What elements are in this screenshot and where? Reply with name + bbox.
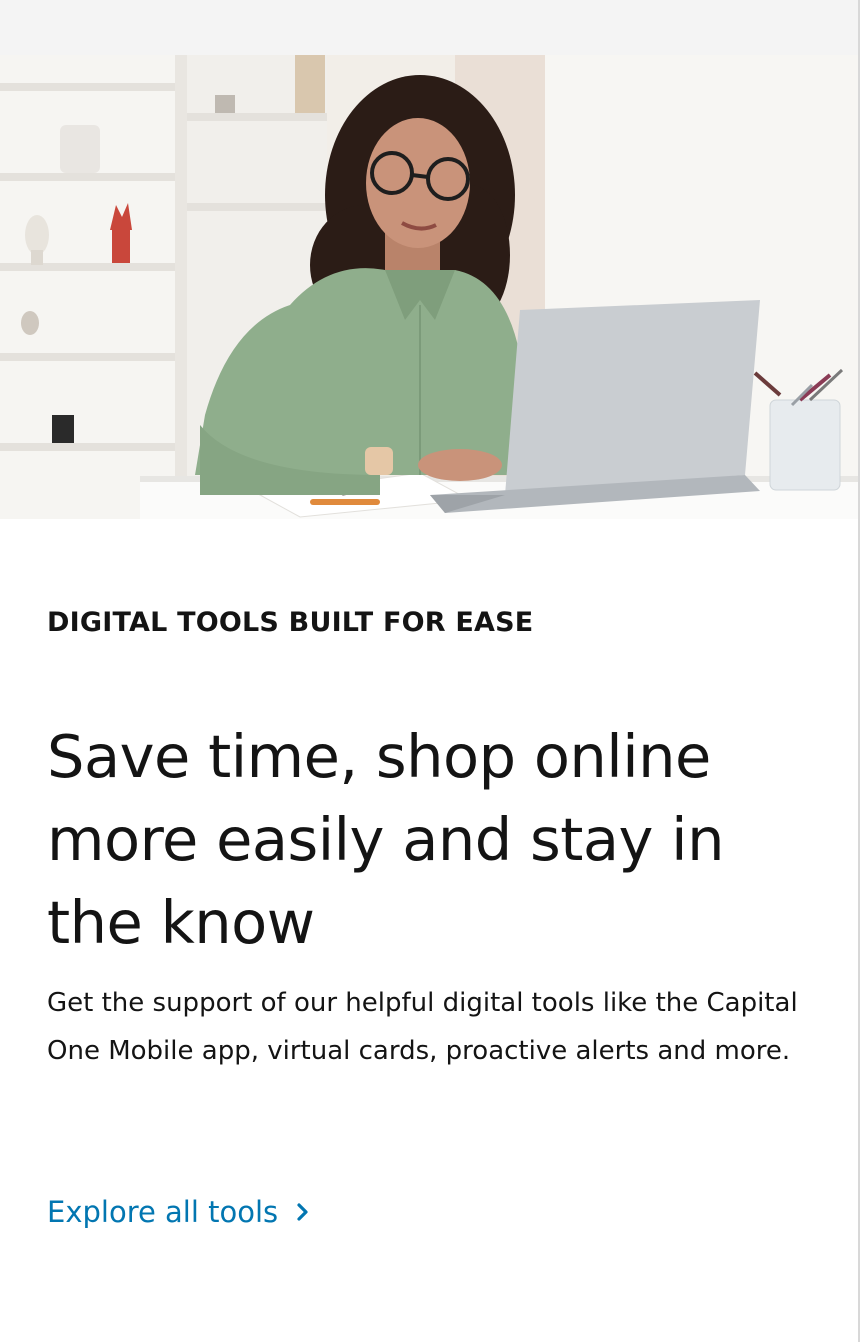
explore-all-tools-link[interactable]: Explore all tools <box>47 1195 314 1229</box>
explore-all-tools-label: Explore all tools <box>47 1195 279 1229</box>
chevron-right-icon <box>297 1203 308 1221</box>
section-headline: Save time, shop online more easily and s… <box>47 722 724 957</box>
hero-image <box>0 55 858 519</box>
woman-working-on-laptop-image <box>0 55 858 519</box>
section-description: Get the support of our helpful digital t… <box>47 988 798 1066</box>
top-bar <box>0 0 860 55</box>
section-eyebrow: DIGITAL TOOLS BUILT FOR EASE <box>47 607 534 638</box>
